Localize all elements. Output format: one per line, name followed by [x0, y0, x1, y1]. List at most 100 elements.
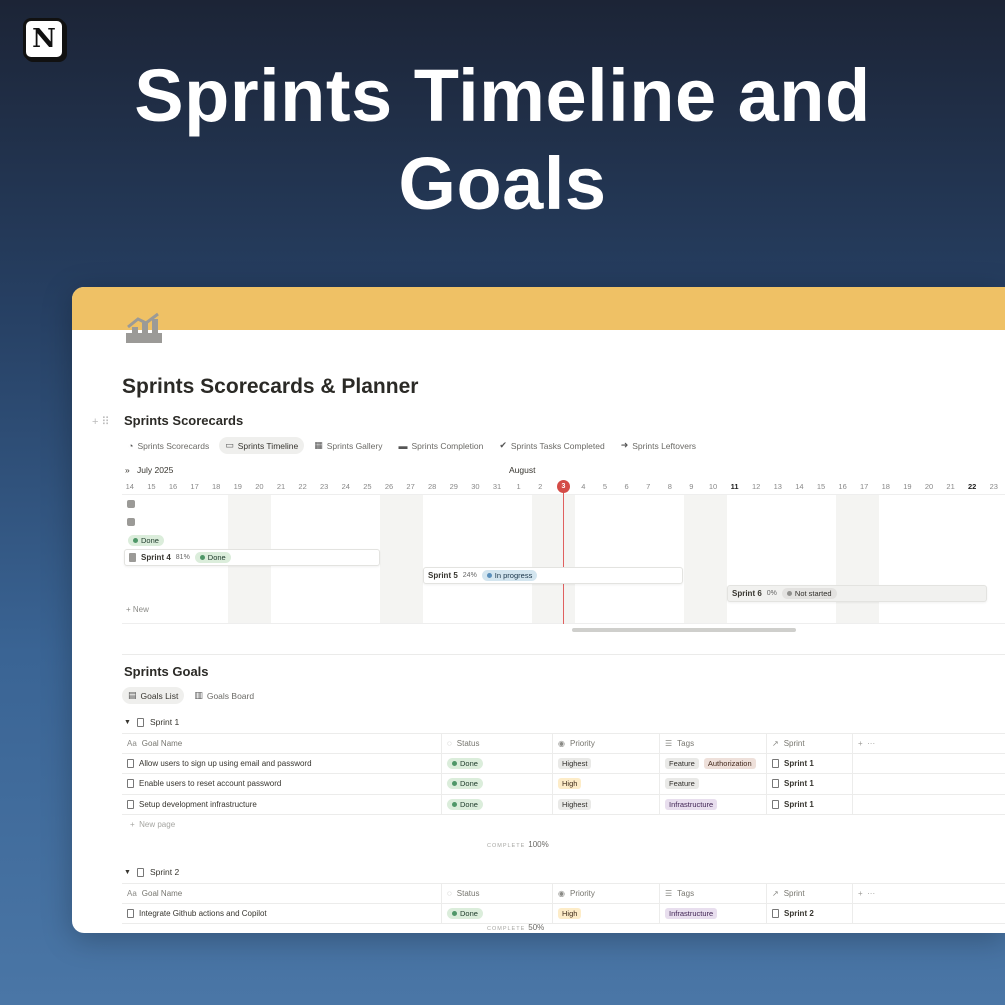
group-completion-summary: COMPLETE 50% — [487, 923, 545, 932]
column-priority[interactable]: ◉ Priority — [553, 884, 660, 903]
column-sprint[interactable]: ↗ Sprint — [767, 734, 853, 753]
timeline-bar-sprint-5[interactable]: Sprint 5 24% In progress — [423, 567, 683, 584]
page-icon — [127, 779, 134, 789]
collapsed-item-icon[interactable] — [127, 518, 135, 526]
tab-sprints-timeline[interactable]: ▭ Sprints Timeline — [219, 437, 305, 454]
timeline-day: 13 — [773, 482, 782, 491]
multiselect-property-icon: ☰ — [665, 888, 673, 898]
tab-sprints-completion[interactable]: ▬ Sprints Completion — [393, 437, 490, 454]
select-property-icon: ◉ — [558, 738, 565, 748]
select-property-icon: ◉ — [558, 888, 565, 898]
status-badge: In progress — [481, 570, 538, 581]
chart-page-icon[interactable] — [124, 311, 164, 345]
tag-badge: Infrastructure — [665, 907, 718, 919]
timeline-day: 30 — [471, 482, 480, 491]
timeline-day: 24 — [341, 482, 350, 491]
table-row[interactable]: Setup development infrastructure Done Hi… — [122, 794, 1005, 815]
page-icon — [129, 553, 136, 562]
arrow-circle-icon: ➜ — [620, 440, 629, 450]
timeline-day: 20 — [924, 482, 934, 491]
page-icon — [127, 799, 134, 809]
timeline-bar-sprint-4[interactable]: Sprint 4 81% Done — [124, 549, 380, 566]
timeline-day: 27 — [406, 482, 415, 491]
table-row[interactable]: Enable users to reset account password D… — [122, 774, 1005, 795]
multiselect-property-icon: ☰ — [665, 738, 673, 748]
column-tags[interactable]: ☰ Tags — [660, 734, 767, 753]
group-toggle-sprint-1[interactable]: ▼ Sprint 1 — [124, 717, 179, 727]
column-goal-name[interactable]: Aa Goal Name — [122, 734, 442, 753]
hero-title-line2: Goals — [398, 142, 607, 225]
today-marker-line — [563, 486, 564, 624]
page-icon — [772, 908, 779, 918]
timeline-day: 12 — [752, 482, 761, 491]
scorecards-view-tabs: ◔ Sprints Scorecards ▭ Sprints Timeline ▦ S… — [122, 437, 702, 454]
page-icon — [136, 867, 144, 877]
table-header: Aa Goal Name ◌ Status ◉ Priority ☰ Tags ↗ Spr… — [122, 883, 1005, 904]
block-drag-handle-icon[interactable]: + ⠿ — [92, 415, 110, 428]
timeline-day: 19 — [233, 482, 242, 491]
timeline-day: 18 — [212, 482, 221, 491]
relation-property-icon: ↗ — [772, 738, 779, 748]
timeline-scrollbar[interactable] — [572, 628, 796, 632]
timeline-collapse-icon[interactable]: » — [125, 465, 130, 475]
timeline-new-button[interactable]: + New — [126, 605, 149, 614]
timeline-day: 9 — [689, 482, 694, 491]
tab-goals-board[interactable]: ▥ Goals Board — [188, 687, 260, 704]
timeline-month-august: August — [509, 465, 536, 475]
timeline-month-july: July 2025 — [137, 465, 174, 475]
status-property-icon: ◌ — [447, 738, 452, 748]
hero-title: Sprints Timeline and Goals — [0, 52, 1005, 228]
column-tags[interactable]: ☰ Tags — [660, 884, 767, 903]
scorecard-icon: ◔ — [128, 440, 134, 451]
page-cover — [72, 287, 1005, 330]
timeline-day: 16 — [168, 482, 178, 491]
timeline-day: 22 — [968, 482, 977, 491]
tab-sprints-gallery[interactable]: ▦ Sprints Gallery — [308, 437, 388, 454]
timeline-day: 21 — [276, 482, 286, 491]
timeline-day: 23 — [320, 482, 329, 491]
status-badge: Done — [447, 757, 483, 769]
timeline-bar-sprint-3[interactable]: Done — [124, 532, 168, 549]
tab-goals-list[interactable]: ▤ Goals List — [122, 687, 185, 704]
page-icon — [136, 717, 144, 727]
timeline-day: 31 — [492, 482, 502, 491]
tab-sprints-leftovers[interactable]: ➜ Sprints Leftovers — [615, 437, 702, 454]
text-property-icon: Aa — [127, 888, 137, 898]
timeline-bar-sprint-6[interactable]: Sprint 6 0% Not started — [727, 585, 987, 602]
column-status[interactable]: ◌ Status — [442, 734, 553, 753]
timeline-day: 28 — [428, 482, 437, 491]
collapsed-item-icon[interactable] — [127, 500, 135, 508]
timeline-day: 17 — [190, 482, 199, 491]
new-page-button[interactable]: + New page — [130, 820, 175, 829]
timeline-day: 7 — [646, 482, 651, 491]
scorecards-title: Sprints Scorecards — [124, 413, 244, 428]
column-goal-name[interactable]: Aa Goal Name — [122, 884, 442, 903]
timeline-day: 14 — [795, 482, 804, 491]
timeline-day: 20 — [255, 482, 264, 491]
column-sprint[interactable]: ↗ Sprint — [767, 884, 853, 903]
tab-sprints-tasks-completed[interactable]: ✔ Sprints Tasks Completed — [493, 437, 610, 454]
status-property-icon: ◌ — [447, 888, 452, 898]
timeline: » July 2025 August 14 15 16 17 18 19 20 21 22 23 2… — [122, 462, 1005, 632]
status-badge: Done — [128, 535, 164, 546]
column-status[interactable]: ◌ Status — [442, 884, 553, 903]
timeline-day: 22 — [298, 482, 307, 491]
notion-page-card: Sprints Scorecards & Planner + ⠿ Sprints… — [72, 287, 1005, 933]
table-row[interactable]: Allow users to sign up using email and p… — [122, 753, 1005, 774]
tag-badge: Feature — [665, 778, 699, 790]
goals-title: Sprints Goals — [124, 664, 209, 679]
tab-sprints-scorecards[interactable]: ◔ Sprints Scorecards — [122, 437, 215, 454]
timeline-day: 2 — [538, 482, 543, 491]
table-row[interactable]: Integrate Github actions and Copilot Don… — [122, 903, 1005, 924]
page-icon — [772, 758, 779, 768]
completion-icon: ▬ — [398, 440, 408, 451]
goals-view-tabs: ▤ Goals List ▥ Goals Board — [122, 687, 260, 704]
timeline-day: 23 — [989, 482, 998, 491]
status-badge: Done — [194, 552, 231, 563]
add-column-button[interactable]: + ··· — [853, 884, 1005, 903]
timeline-day: 1 — [516, 482, 521, 491]
add-column-button[interactable]: + ··· — [853, 734, 1005, 753]
column-priority[interactable]: ◉ Priority — [553, 734, 660, 753]
group-toggle-sprint-2[interactable]: ▼ Sprint 2 — [124, 867, 179, 877]
timeline-day: 10 — [708, 482, 718, 491]
